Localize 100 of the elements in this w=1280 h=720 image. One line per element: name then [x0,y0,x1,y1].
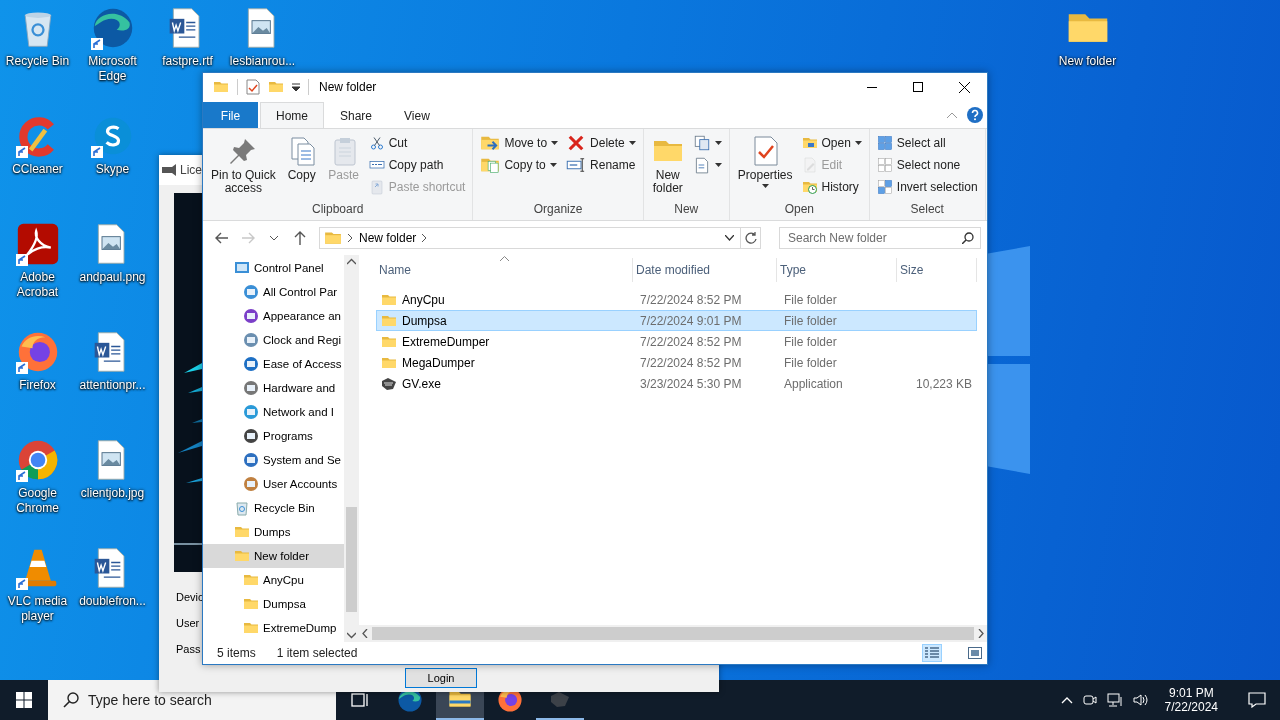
applet-icon [243,356,259,372]
tree-item[interactable]: User Accounts [203,472,344,496]
chevron-up-icon [947,112,957,118]
chevron-right-icon [422,234,428,242]
login-button[interactable]: Login [405,668,477,688]
shortcut-arrow-icon [15,146,28,158]
volume-icon [1132,693,1149,707]
applet-icon [243,404,259,420]
ribbon-button[interactable]: Rename [563,154,639,176]
caret-icon [628,141,636,145]
new-item-icon [692,134,711,152]
view-button[interactable] [922,644,942,662]
chevron-up-icon [1060,696,1073,704]
ribbon-button[interactable]: Select all [873,132,981,154]
rename-icon [566,155,587,175]
file-row[interactable]: GV.exe 3/23/2024 5:30 PM Application 10,223 KB [376,373,977,394]
ribbon-button[interactable]: Copy [281,132,322,185]
search-field[interactable]: Search New folder [779,227,981,249]
chevron-right-icon [978,629,984,638]
scroll-thumb[interactable] [346,507,357,612]
search-icon [962,232,974,244]
ribbon-button[interactable]: History [798,176,865,198]
tree-item[interactable]: ExtremeDump [203,616,344,640]
task-view-icon [350,692,370,708]
help-icon [967,107,983,123]
scrollbar[interactable] [344,255,359,642]
ribbon-button[interactable]: Select none [873,154,981,176]
applet-icon [243,380,259,396]
applet-icon [243,452,259,468]
tree-item[interactable]: Dumpsa [203,592,344,616]
ribbon-button[interactable]: Pin to Quick access [207,132,280,198]
ribbon-button[interactable]: Cut [365,132,469,154]
application-icon [381,375,397,392]
invert-selection-icon [876,179,893,195]
ribbon-tab[interactable]: Share [324,102,389,128]
form-label: Pass [176,643,201,655]
ribbon-button[interactable]: Copy to [477,154,562,176]
back-arrow-icon [215,232,229,244]
ribbon-button[interactable]: Invert selection [873,176,981,198]
caret-icon [714,163,722,167]
window-title: Lice [180,163,202,177]
ribbon-button[interactable]: Move to [477,132,562,154]
tree-item[interactable]: System and Se [203,448,344,472]
applet-icon [243,428,259,444]
ribbon-tab[interactable]: Home [260,102,324,128]
applet-icon [243,308,259,324]
clock[interactable]: 9:01 PM 7/22/2024 [1158,686,1224,714]
column-header[interactable]: Type [777,258,897,282]
meet-now-icon [1082,693,1097,707]
tree-item[interactable]: Clock and Regi [203,328,344,352]
ribbon-tab[interactable]: File [203,102,258,128]
file-row[interactable]: Dumpsa 7/22/2024 9:01 PM File folder [376,310,977,331]
applet-icon [243,284,259,300]
chevron-left-icon [362,629,368,638]
group-label: Open [783,202,815,218]
ribbon-button[interactable]: New folder [647,132,688,198]
column-header[interactable]: Size [897,258,977,282]
refresh-icon [744,232,757,244]
ribbon-tab[interactable]: View [388,102,446,128]
tree-item[interactable]: Dumps [203,520,344,544]
select-all-icon [876,135,893,151]
ribbon-button[interactable]: Copy path [365,154,469,176]
address-bar[interactable]: New folder [319,227,761,249]
tree-item[interactable]: Appearance an [203,304,344,328]
search-icon [63,692,79,708]
view-button[interactable] [965,644,985,662]
tree-item[interactable]: Programs [203,424,344,448]
tree-item[interactable]: New folder [203,544,344,568]
shortcut-arrow-icon [15,254,28,266]
column-header[interactable]: Name [376,258,633,282]
tree-item[interactable]: Network and I [203,400,344,424]
breadcrumb[interactable]: New folder [359,231,417,245]
file-row[interactable]: ExtremeDumper 7/22/2024 8:52 PM File folder [376,331,977,352]
ribbon-button[interactable]: Delete [563,132,639,154]
control-panel-icon [234,260,250,276]
file-row[interactable]: MegaDumper 7/22/2024 8:52 PM File folder [376,352,977,373]
folder-icon [243,620,259,636]
properties-icon [246,79,260,95]
form-label: User [176,617,200,629]
tree-item[interactable]: Hardware and [203,376,344,400]
sort-up-icon [500,256,509,261]
folder-icon [801,135,818,151]
group-label: Select [909,202,945,218]
details-view-icon [925,647,939,659]
tree-item[interactable]: AnyCpu [203,568,344,592]
column-header[interactable]: Date modified [633,258,777,282]
file-row[interactable]: AnyCpu 7/22/2024 8:52 PM File folder [376,289,977,310]
folder-icon [324,229,342,247]
tree-item[interactable]: Control Panel [203,256,344,280]
tree-item[interactable]: Recycle Bin [203,496,344,520]
history-icon [801,179,818,195]
ribbon-button[interactable]: Properties [733,132,797,191]
clipboard-icon [368,179,385,195]
folder-icon [243,596,259,612]
tree-item[interactable]: Ease of Access [203,352,344,376]
minimize-icon [867,86,877,88]
ribbon-button[interactable]: Open [798,132,865,154]
form-label: Devic [176,591,204,603]
tree-item[interactable]: All Control Par [203,280,344,304]
scrollbar[interactable] [359,625,987,642]
